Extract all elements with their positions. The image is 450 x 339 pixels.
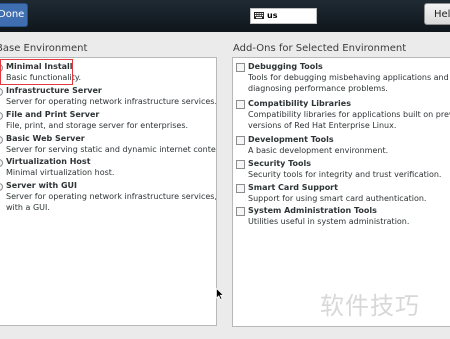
- keyboard-layout-label: us: [267, 11, 278, 20]
- addon-title: Development Tools: [248, 135, 334, 144]
- base-environment-list: Minimal Install Basic functionality. Inf…: [0, 57, 217, 326]
- radio-button[interactable]: [0, 183, 3, 191]
- environment-description: Server for operating network infrastruct…: [6, 192, 217, 201]
- top-bar: Done us Help!: [0, 0, 450, 32]
- checkbox[interactable]: [236, 100, 245, 109]
- addon-description: Tools for debugging misbehaving applicat…: [248, 73, 449, 82]
- done-button[interactable]: Done: [0, 3, 28, 27]
- addon-description: Security tools for integrity and trust v…: [248, 170, 442, 179]
- addon-description: A basic development environment.: [248, 146, 389, 155]
- addon-title: Smart Card Support: [248, 183, 338, 192]
- addons-heading: Add-Ons for Selected Environment: [233, 43, 407, 54]
- selection-highlight-box: [0, 59, 73, 85]
- checkbox[interactable]: [236, 160, 245, 169]
- addon-description: Support for using smart card authenticat…: [248, 194, 427, 203]
- environment-description-line-2: with a GUI.: [6, 203, 50, 212]
- checkbox[interactable]: [236, 136, 245, 145]
- addon-description-line-2: versions of Red Hat Enterprise Linux.: [248, 121, 397, 130]
- environment-title: Virtualization Host: [6, 157, 91, 166]
- addon-title: Debugging Tools: [248, 62, 323, 71]
- environment-title: File and Print Server: [6, 110, 100, 119]
- radio-button[interactable]: [0, 159, 3, 167]
- addon-description: Compatibility libraries for applications…: [248, 110, 450, 119]
- watermark-text: 软件技巧: [320, 292, 420, 320]
- environment-description: Minimal virtualization host.: [6, 168, 115, 177]
- help-button[interactable]: Help!: [424, 3, 450, 25]
- checkbox[interactable]: [236, 207, 245, 216]
- keyboard-icon: [254, 12, 264, 19]
- environment-description: File, print, and storage server for ente…: [6, 121, 189, 130]
- keyboard-layout-indicator[interactable]: us: [250, 8, 317, 24]
- addon-description: Utilities useful in system administratio…: [248, 217, 410, 226]
- radio-button[interactable]: [0, 88, 3, 96]
- checkbox[interactable]: [236, 63, 245, 72]
- environment-title: Basic Web Server: [6, 134, 85, 143]
- checkbox[interactable]: [236, 184, 245, 193]
- addon-title: Compatibility Libraries: [248, 99, 351, 108]
- addon-title: System Administration Tools: [248, 206, 377, 215]
- radio-button[interactable]: [0, 136, 3, 144]
- environment-title: Infrastructure Server: [6, 86, 102, 95]
- environment-title: Server with GUI: [6, 181, 77, 190]
- base-environment-heading: Base Environment: [0, 43, 88, 54]
- radio-button[interactable]: [0, 112, 3, 120]
- environment-description: Server for serving static and dynamic in…: [6, 145, 217, 154]
- mouse-pointer-icon: [216, 288, 224, 300]
- addon-title: Security Tools: [248, 159, 312, 168]
- environment-description: Server for operating network infrastruct…: [6, 97, 217, 106]
- addon-description-line-2: diagnosing performance problems.: [248, 84, 388, 93]
